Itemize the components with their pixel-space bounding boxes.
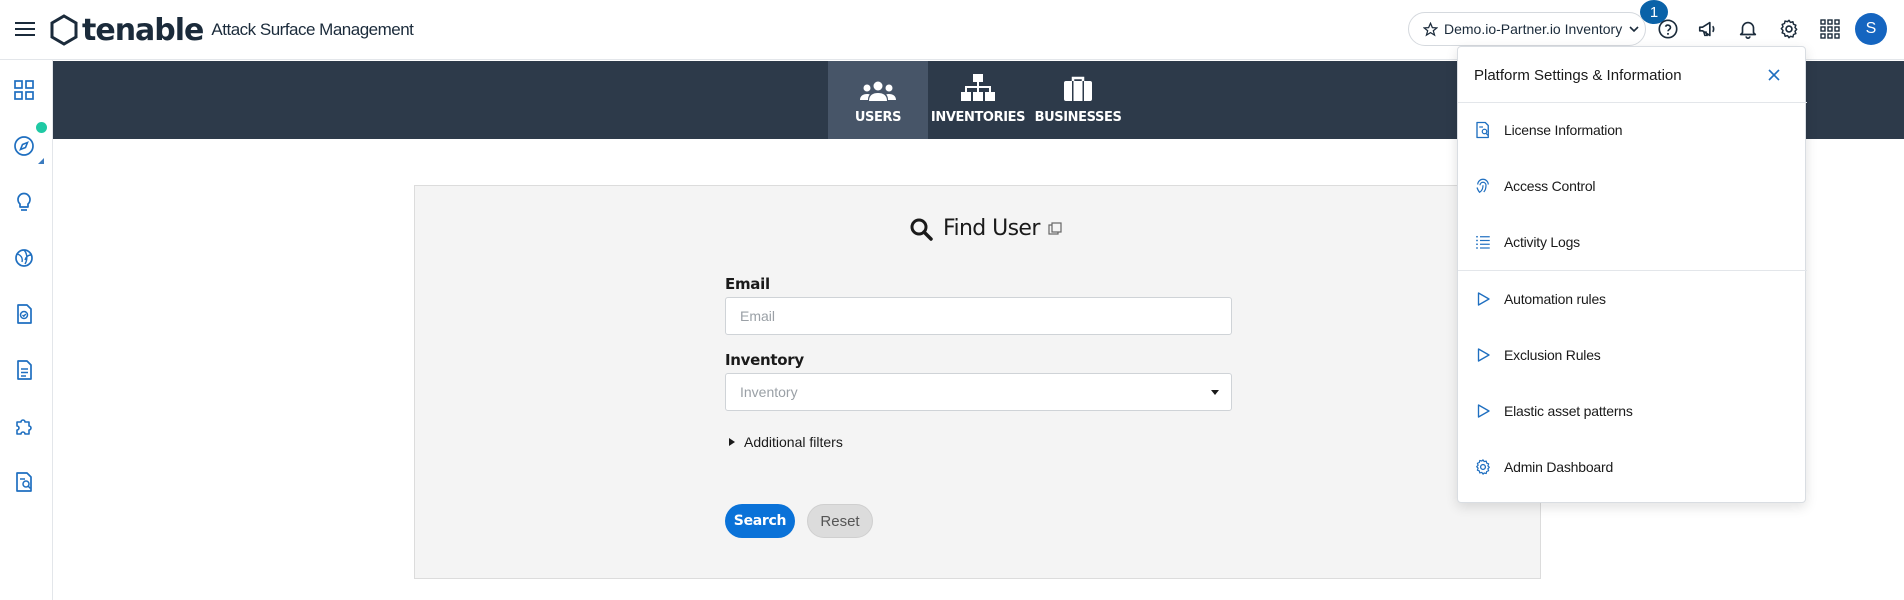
tab-users[interactable]: USERS xyxy=(828,61,928,139)
settings-button[interactable] xyxy=(1776,16,1802,42)
dropdown-divider xyxy=(1458,102,1807,103)
logo-product-name: Attack Surface Management xyxy=(211,20,414,39)
copy-link-icon[interactable] xyxy=(1048,221,1062,236)
fingerprint-icon xyxy=(1476,178,1489,194)
play-outline-icon xyxy=(1477,348,1490,362)
menu-item-access-control[interactable]: Access Control xyxy=(1474,171,1792,201)
menu-item-automation-rules[interactable]: Automation rules xyxy=(1474,284,1792,314)
status-indicator-dot xyxy=(36,122,47,133)
chevron-down-icon xyxy=(1629,26,1639,33)
find-user-panel: Find User Email Inventory Inventory Addi… xyxy=(414,185,1541,579)
menu-item-label: Exclusion Rules xyxy=(1504,347,1601,363)
help-button[interactable] xyxy=(1655,16,1681,42)
tab-users-label: USERS xyxy=(854,110,902,125)
hamburger-menu-icon[interactable] xyxy=(14,18,36,40)
user-avatar[interactable]: S xyxy=(1855,13,1887,45)
menu-item-activity-logs[interactable]: Activity Logs xyxy=(1474,227,1792,257)
dashboard-icon[interactable] xyxy=(12,78,36,102)
email-field[interactable] xyxy=(725,297,1232,335)
menu-item-label: Activity Logs xyxy=(1504,234,1580,250)
tab-businesses[interactable]: BUSINESSES xyxy=(1028,61,1128,139)
gear-icon xyxy=(1476,459,1490,475)
hierarchy-icon xyxy=(961,74,995,101)
inventory-select[interactable]: Inventory xyxy=(725,373,1232,411)
caret-right-icon xyxy=(729,438,735,446)
grid-apps-icon xyxy=(1820,19,1840,39)
announcements-button[interactable] xyxy=(1695,16,1721,42)
report-check-icon[interactable] xyxy=(12,302,36,326)
menu-item-label: Access Control xyxy=(1504,178,1596,194)
menu-item-exclusion-rules[interactable]: Exclusion Rules xyxy=(1474,340,1792,370)
caret-down-icon xyxy=(1211,390,1219,395)
gear-icon xyxy=(1780,19,1798,39)
page-title: Find User xyxy=(943,216,1040,241)
additional-filters-label: Additional filters xyxy=(744,434,843,450)
email-label: Email xyxy=(725,275,770,293)
menu-item-admin-dashboard[interactable]: Admin Dashboard xyxy=(1474,452,1792,482)
megaphone-icon xyxy=(1698,21,1715,37)
play-outline-icon xyxy=(1477,292,1490,306)
document-icon[interactable] xyxy=(12,358,36,382)
users-group-icon xyxy=(860,81,896,101)
menu-item-elastic-asset-patterns[interactable]: Elastic asset patterns xyxy=(1474,396,1792,426)
compass-icon[interactable] xyxy=(12,134,36,158)
notifications-button[interactable] xyxy=(1735,16,1761,42)
lightbulb-icon[interactable] xyxy=(12,190,36,214)
menu-item-label: Automation rules xyxy=(1504,291,1606,307)
tab-inventories-label: INVENTORIES xyxy=(930,110,1026,125)
star-outline-icon xyxy=(1423,21,1438,37)
search-icon xyxy=(910,218,933,241)
close-icon[interactable] xyxy=(1766,67,1782,83)
menu-item-label: License Information xyxy=(1504,122,1623,138)
briefcase-icon xyxy=(1064,76,1092,101)
license-icon xyxy=(1476,121,1489,139)
play-outline-icon xyxy=(1477,404,1490,418)
platform-settings-dropdown: Platform Settings & Information License … xyxy=(1457,46,1807,503)
app-switcher-button[interactable] xyxy=(1817,16,1843,42)
puzzle-icon[interactable] xyxy=(12,414,36,438)
bell-icon xyxy=(1739,21,1757,39)
inventory-label: Inventory xyxy=(725,351,804,369)
tab-businesses-label: BUSINESSES xyxy=(1034,110,1122,125)
license-search-icon[interactable] xyxy=(12,470,36,494)
menu-item-label: Admin Dashboard xyxy=(1504,459,1614,475)
menu-item-license-information[interactable]: License Information xyxy=(1474,115,1792,145)
tenable-hexagon-icon xyxy=(50,14,78,46)
additional-filters-toggle[interactable]: Additional filters xyxy=(729,434,843,450)
expand-corner-indicator xyxy=(38,158,44,164)
tenable-logo[interactable]: tenable Attack Surface Management xyxy=(48,12,414,48)
inventory-name: Demo.io-Partner.io Inventory xyxy=(1444,21,1623,37)
globe-network-icon[interactable] xyxy=(12,246,36,270)
left-sidebar xyxy=(0,60,53,600)
list-icon xyxy=(1476,235,1490,249)
find-user-heading: Find User xyxy=(909,216,1062,241)
inventory-selector[interactable]: Demo.io-Partner.io Inventory xyxy=(1408,12,1646,46)
menu-item-label: Elastic asset patterns xyxy=(1504,403,1633,419)
help-icon xyxy=(1658,19,1678,39)
dropdown-title: Platform Settings & Information xyxy=(1474,67,1682,84)
tab-inventories[interactable]: INVENTORIES xyxy=(928,61,1028,139)
inventory-select-placeholder: Inventory xyxy=(740,384,798,400)
dropdown-divider xyxy=(1458,270,1807,271)
logo-wordmark: tenable xyxy=(82,12,204,48)
reset-button[interactable]: Reset xyxy=(807,504,873,538)
search-button[interactable]: Search xyxy=(725,504,795,538)
